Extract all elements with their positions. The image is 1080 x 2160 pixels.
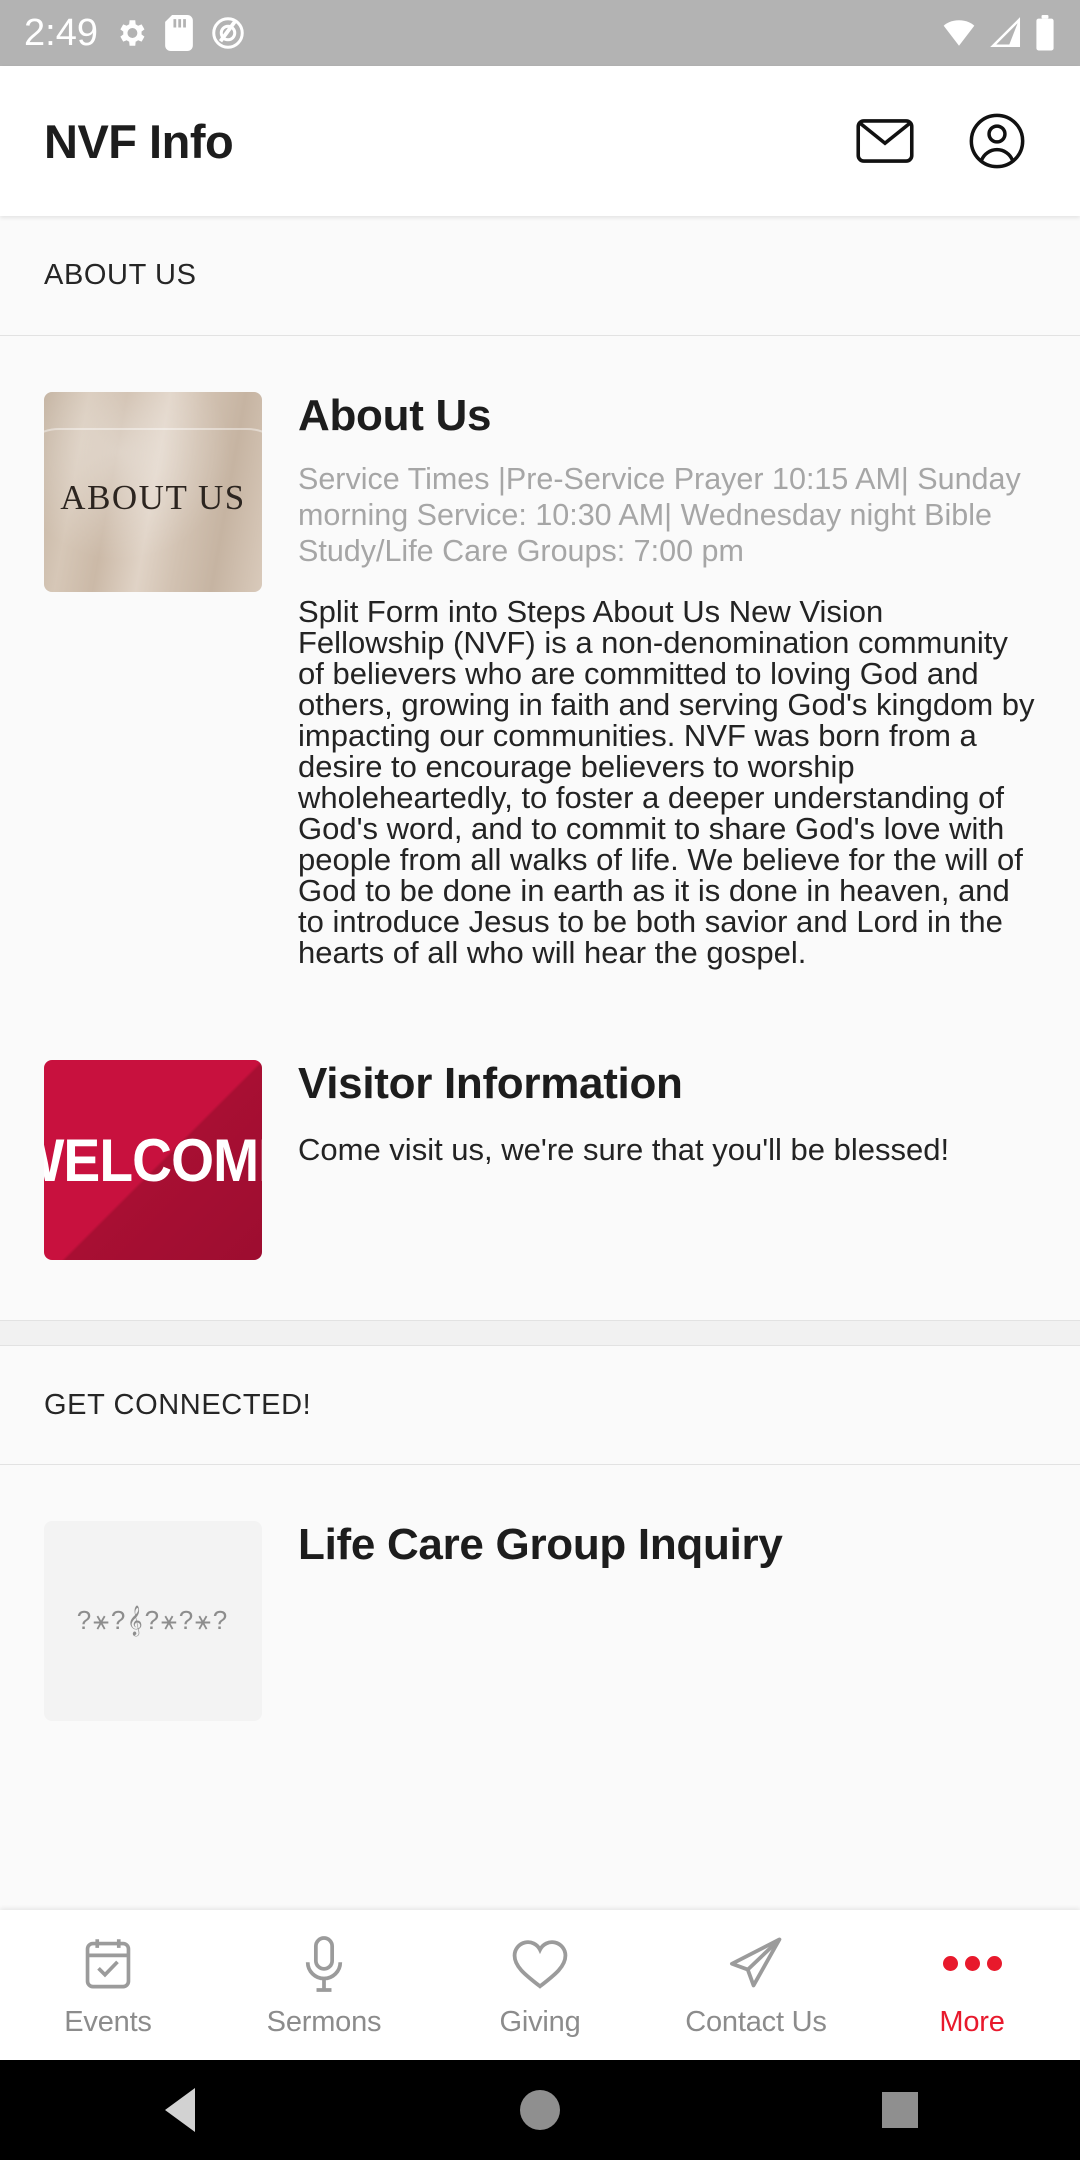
section-header-get-connected: GET CONNECTED!	[0, 1345, 1080, 1466]
thumbnail-label: WELCOME	[44, 1126, 262, 1194]
scroll-content[interactable]: ABOUT US ABOUT US About Us Service Times…	[0, 216, 1080, 1910]
more-dots-icon	[942, 1932, 1002, 1996]
visitor-information-description: Come visit us, we're sure that you'll be…	[298, 1131, 950, 1167]
thumbnail-label: ABOUT US	[60, 478, 246, 517]
tab-label: Giving	[499, 2005, 581, 2038]
phone-screen: 2:49 NVF Info ABOUT US ABOUT US About Us…	[0, 0, 1080, 2160]
tab-giving[interactable]: Giving	[432, 1932, 648, 2039]
thumbnail-label: ?⚹?𝄞?⚹?⚹?	[76, 1605, 230, 1636]
life-care-group-title: Life Care Group Inquiry	[298, 1520, 783, 1570]
gear-icon	[114, 16, 148, 50]
app-bar: NVF Info	[0, 66, 1080, 216]
status-bar: 2:49	[0, 0, 1080, 66]
life-care-group-thumbnail: ?⚹?𝄞?⚹?⚹?	[44, 1521, 262, 1722]
screen-record-icon	[210, 15, 246, 51]
section-header-about-us: ABOUT US	[0, 216, 1080, 336]
bottom-tab-bar: Events Sermons Giving Contact Us More	[0, 1910, 1080, 2060]
visitor-information-thumbnail: WELCOME	[44, 1060, 262, 1261]
sd-card-icon	[164, 15, 194, 51]
about-us-subtitle: Service Times |Pre-Service Prayer 10:15 …	[298, 462, 1021, 569]
cellular-signal-icon	[988, 16, 1024, 50]
list-item-life-care-group-inquiry[interactable]: ?⚹?𝄞?⚹?⚹? Life Care Group Inquiry	[0, 1465, 1080, 1722]
paper-plane-icon	[727, 1932, 785, 1996]
recents-square-icon[interactable]	[845, 2060, 955, 2160]
list-item-about-us[interactable]: ABOUT US About Us Service Times |Pre-Ser…	[0, 336, 1080, 968]
heart-icon	[511, 1932, 569, 1996]
tab-label: Events	[64, 2005, 152, 2038]
mail-icon[interactable]	[854, 110, 916, 172]
status-bar-left: 2:49	[24, 14, 246, 52]
account-icon[interactable]	[966, 110, 1028, 172]
calendar-check-icon	[82, 1932, 134, 1996]
tab-more[interactable]: More	[864, 1932, 1080, 2039]
about-us-text-column: About Us Service Times |Pre-Service Pray…	[298, 391, 1036, 971]
app-bar-actions	[854, 110, 1036, 172]
status-bar-right	[940, 15, 1056, 51]
wifi-icon	[940, 16, 978, 50]
page-title: NVF Info	[44, 114, 234, 168]
microphone-icon	[302, 1932, 346, 1996]
about-us-title: About Us	[298, 391, 492, 440]
back-triangle-icon[interactable]	[125, 2060, 235, 2160]
visitor-information-text-column: Visitor Information Come visit us, we're…	[298, 1059, 1036, 1260]
about-us-body: Split Form into Steps About Us New Visio…	[298, 594, 1035, 971]
battery-icon	[1034, 15, 1056, 51]
about-us-thumbnail: ABOUT US	[44, 392, 262, 592]
tab-contact-us[interactable]: Contact Us	[648, 1932, 864, 2039]
tab-label: Sermons	[266, 2005, 382, 2038]
visitor-information-title: Visitor Information	[298, 1059, 683, 1109]
home-circle-icon[interactable]	[485, 2060, 595, 2160]
tab-events[interactable]: Events	[0, 1932, 216, 2039]
status-bar-clock: 2:49	[24, 12, 98, 54]
list-item-visitor-information[interactable]: WELCOME Visitor Information Come visit u…	[0, 1059, 1080, 1261]
tab-label: More	[939, 2005, 1005, 2038]
android-navigation-bar	[0, 2060, 1080, 2160]
tab-sermons[interactable]: Sermons	[216, 1932, 432, 2039]
tab-label: Contact Us	[685, 2005, 827, 2038]
section-gap	[0, 1321, 1080, 1346]
life-care-group-text-column: Life Care Group Inquiry	[298, 1520, 1036, 1721]
